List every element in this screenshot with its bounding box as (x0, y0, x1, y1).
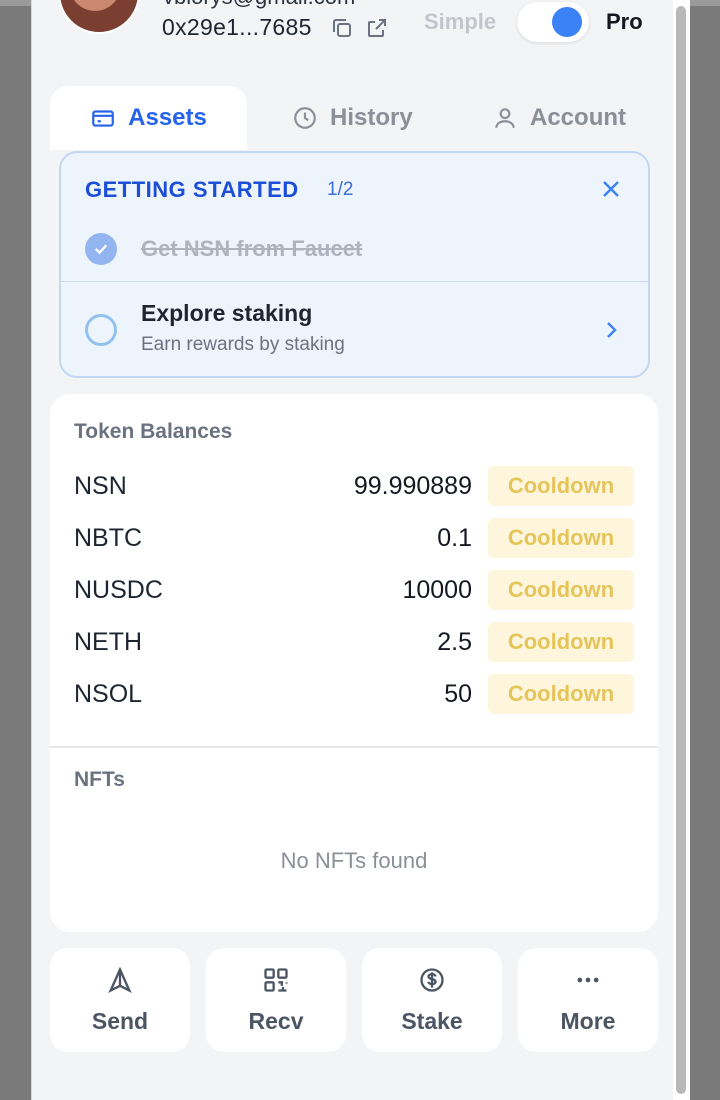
nfts-empty-message: No NFTs found (280, 848, 428, 873)
token-row[interactable]: NETH 2.5 Cooldown (74, 622, 634, 662)
token-amount: 2.5 (437, 628, 472, 656)
scrollbar-thumb[interactable] (676, 6, 686, 1094)
token-amount: 50 (444, 680, 472, 708)
token-symbol: NSN (74, 472, 127, 500)
nfts-title: NFTs (74, 768, 125, 791)
wallet-icon (92, 110, 114, 127)
token-amount: 99.990889 (353, 472, 472, 500)
step-explore-staking[interactable]: Explore staking Earn rewards by staking (61, 282, 648, 376)
wallet-address: 0x29e1...7685 (162, 14, 312, 40)
token-balances-card: Token Balances NSN 99.990889 Cooldown NB… (50, 394, 658, 932)
empty-circle-icon (85, 314, 117, 346)
getting-started-title: GETTING STARTED (85, 177, 299, 202)
token-row[interactable]: NBTC 0.1 Cooldown (74, 518, 634, 558)
user-icon (495, 108, 515, 128)
getting-started-card: GETTING STARTED 1/2 Get NSN from Faucet … (59, 151, 650, 378)
mode-pro-label[interactable]: Pro (606, 9, 643, 35)
cooldown-badge[interactable]: Cooldown (488, 466, 634, 506)
step-faucet: Get NSN from Faucet (61, 225, 648, 281)
send-icon (108, 966, 132, 993)
token-symbol: NETH (74, 628, 143, 656)
more-label: More (560, 1008, 616, 1034)
step-faucet-label: Get NSN from Faucet (141, 236, 363, 261)
tab-account-label: Account (530, 104, 626, 131)
receive-button[interactable]: Recv (206, 948, 346, 1052)
token-row[interactable]: NSN 99.990889 Cooldown (74, 466, 634, 506)
clock-icon (294, 107, 316, 129)
token-row[interactable]: NSOL 50 Cooldown (74, 674, 634, 714)
tab-assets[interactable]: Assets (50, 86, 247, 150)
send-button[interactable]: Send (50, 948, 190, 1052)
stake-label: Stake (401, 1008, 463, 1034)
close-icon[interactable] (599, 177, 623, 201)
more-dots-icon (577, 977, 599, 983)
cooldown-badge[interactable]: Cooldown (488, 674, 634, 714)
more-button[interactable]: More (518, 948, 658, 1052)
step-staking-title: Explore staking (141, 300, 313, 326)
chevron-right-icon (607, 322, 617, 338)
token-amount: 10000 (402, 576, 472, 604)
divider (50, 746, 658, 748)
tab-assets-label: Assets (128, 104, 207, 131)
getting-started-progress: 1/2 (327, 179, 354, 200)
receive-label: Recv (248, 1008, 304, 1034)
token-symbol: NSOL (74, 680, 143, 708)
token-symbol: NUSDC (74, 576, 163, 604)
token-amount: 0.1 (437, 524, 472, 552)
tab-account[interactable]: Account (492, 86, 626, 150)
token-row[interactable]: NUSDC 10000 Cooldown (74, 570, 634, 610)
token-balances-title: Token Balances (74, 420, 233, 443)
step-staking-subtitle: Earn rewards by staking (141, 334, 345, 355)
mode-simple-label[interactable]: Simple (424, 9, 496, 35)
qr-code-icon (264, 968, 288, 992)
cooldown-badge[interactable]: Cooldown (488, 622, 634, 662)
cooldown-badge[interactable]: Cooldown (488, 518, 634, 558)
mode-toggle[interactable] (517, 2, 589, 42)
cooldown-badge[interactable]: Cooldown (488, 570, 634, 610)
external-link-icon[interactable] (365, 16, 389, 40)
copy-icon[interactable] (330, 16, 354, 40)
check-circle-icon (85, 233, 117, 265)
tab-history-label: History (330, 104, 413, 131)
account-email: vblorys@gmail.com (163, 0, 355, 10)
tab-history[interactable]: History (292, 86, 413, 150)
dollar-coin-icon (420, 968, 444, 992)
token-symbol: NBTC (74, 524, 143, 552)
toggle-knob (552, 7, 582, 37)
send-label: Send (91, 1008, 149, 1034)
stake-button[interactable]: Stake (362, 948, 502, 1052)
